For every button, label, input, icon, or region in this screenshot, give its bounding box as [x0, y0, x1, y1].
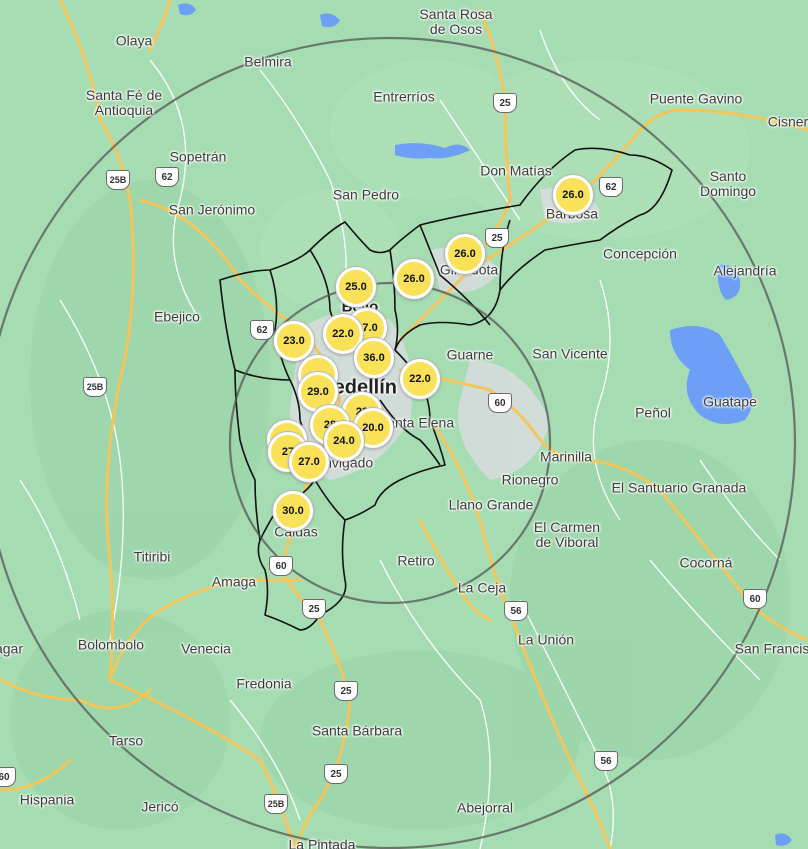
route-shield-25-top: 25 [493, 93, 517, 113]
town-label-santa-fe: Santa Fé de Antioquia [85, 87, 163, 118]
value-marker[interactable]: 24.0 [324, 421, 364, 461]
route-shield-25-barbosa: 25 [485, 228, 509, 248]
town-label-llano-grande: Llano Grande [448, 496, 534, 513]
town-label-alejandria: Alejandría [713, 262, 777, 279]
town-label-venecia: Venecia [181, 640, 231, 657]
value-marker[interactable]: 26.0 [553, 175, 593, 215]
town-label-tarso: Tarso [108, 732, 144, 749]
town-label-retiro: Retiro [397, 552, 435, 569]
town-label-entrerrios: Entrerríos [373, 88, 435, 105]
town-label-la-ceja: La Ceja [457, 579, 507, 596]
town-label-don-matias: Don Matías [480, 162, 552, 179]
town-label-san-francisco: San Francis [734, 640, 808, 657]
town-label-agar: agar [0, 640, 24, 657]
town-label-sopetran: Sopetrán [169, 148, 227, 165]
town-label-san-vicente: San Vicente [532, 345, 608, 362]
town-label-concepcion: Concepción [603, 245, 677, 262]
town-label-santa-barbara: Santa Bárbara [311, 722, 403, 739]
town-label-guatape: Guatape [703, 393, 757, 410]
town-label-guarne: Guarne [446, 346, 494, 363]
town-label-abejorral: Abejorral [456, 799, 514, 816]
route-shield-56-abejorral: 56 [594, 751, 618, 771]
route-shield-56-ceja: 56 [504, 601, 528, 621]
town-label-san-jeronimo: San Jerónimo [168, 201, 256, 218]
map-canvas[interactable]: Santa Rosa de Osos Olaya Belmira Santa F… [0, 0, 808, 849]
town-label-marinilla: Marinilla [539, 448, 593, 465]
route-shield-62-ne: 62 [599, 177, 623, 197]
value-marker[interactable]: 26.0 [445, 234, 485, 274]
town-label-el-carmen: El Carmen de Viboral [533, 519, 601, 550]
town-label-santa-rosa: Santa Rosa de Osos [419, 6, 493, 37]
route-shield-25-south: 25 [302, 599, 326, 619]
town-label-santo-domingo: Santo Domingo [699, 168, 757, 199]
town-label-titiribi: Titiribi [133, 548, 171, 565]
town-label-la-union: La Unión [517, 631, 575, 648]
route-shield-25-santa-barbara: 25 [324, 764, 348, 784]
value-marker[interactable]: 26.0 [394, 259, 434, 299]
town-label-ebejico: Ebejico [154, 308, 200, 325]
town-label-olaya: Olaya [115, 32, 153, 49]
town-label-fredonia: Fredonia [236, 675, 292, 692]
town-label-penol: Peñol [635, 404, 671, 421]
town-label-cisner: Cisner [767, 113, 808, 130]
value-marker[interactable]: 36.0 [354, 338, 394, 378]
value-marker[interactable]: 22.0 [400, 359, 440, 399]
route-shield-25-fredonia: 25 [334, 681, 358, 701]
town-label-bolombolo: Bolombolo [77, 636, 145, 653]
value-marker[interactable]: 23.0 [274, 321, 314, 361]
town-label-amaga: Amaga [211, 573, 257, 590]
route-shield-60-south: 60 [269, 556, 293, 576]
route-shield-25b-w: 25B [83, 377, 107, 397]
town-label-hispania: Hispania [19, 791, 75, 808]
town-label-jerico: Jericó [141, 798, 179, 815]
town-label-cocorna: Cocorná [679, 554, 733, 571]
town-label-la-pintada: La Pintada [288, 836, 356, 849]
town-label-rionegro: Rionegro [501, 471, 559, 488]
route-shield-25b-sw: 25B [264, 794, 288, 814]
town-label-puente-gavino: Puente Gavino [649, 90, 743, 107]
route-shield-60-east: 60 [488, 393, 512, 413]
value-marker[interactable]: 30.0 [273, 491, 313, 531]
route-shield-62-nw: 62 [155, 167, 179, 187]
value-marker[interactable]: 27.0 [289, 442, 329, 482]
route-shield-62-medellin: 62 [250, 320, 274, 340]
town-label-san-pedro: San Pedro [332, 186, 400, 203]
route-shield-60-sw: 60 [0, 767, 16, 787]
town-label-belmira: Belmira [244, 53, 292, 70]
route-shield-60-far: 60 [743, 589, 767, 609]
route-shield-25b-nw: 25B [106, 170, 130, 190]
town-label-el-santuario: El Santuario Granada [611, 479, 747, 496]
value-marker[interactable]: 25.0 [336, 267, 376, 307]
